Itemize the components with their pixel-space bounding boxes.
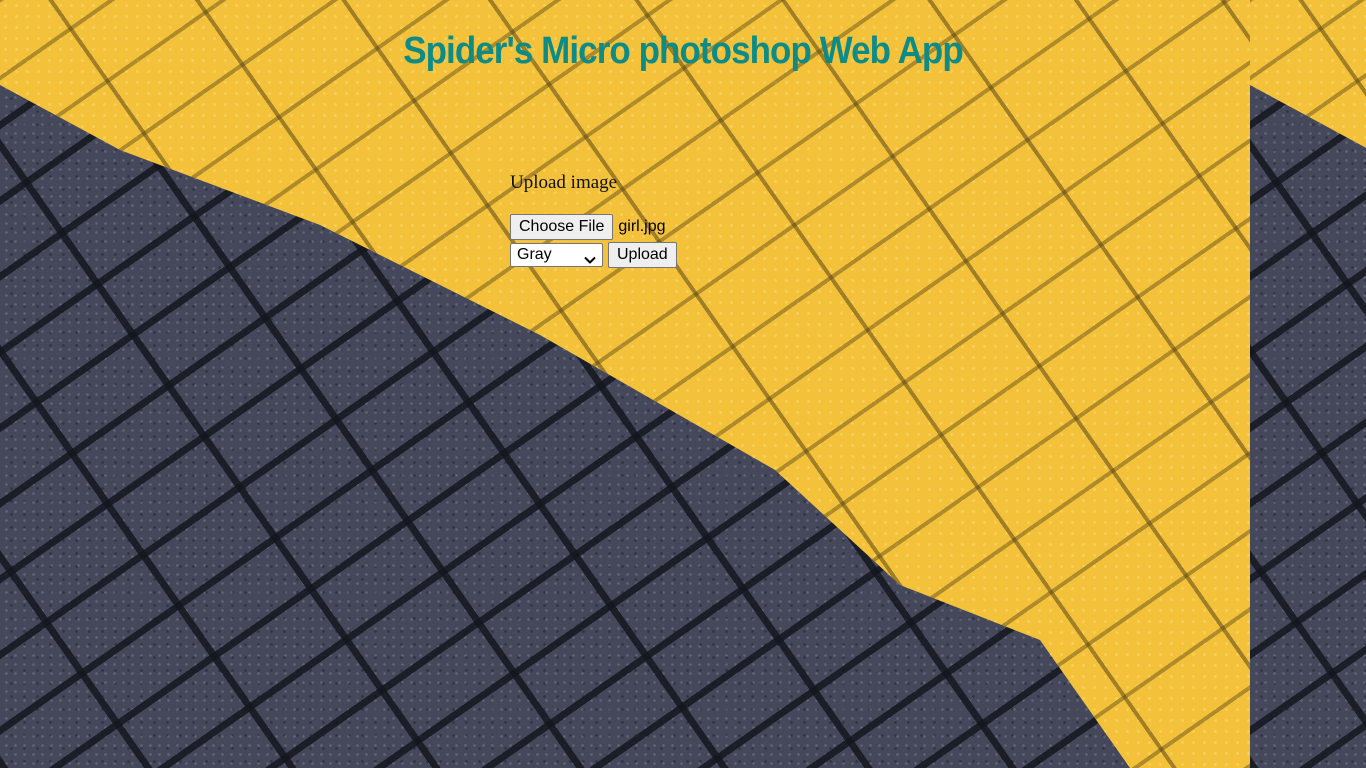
filter-row: Gray Upload — [510, 242, 677, 268]
filter-select-value: Gray — [517, 246, 552, 263]
background-image — [0, 0, 1250, 768]
page-title: Spider's Micro photoshop Web App — [403, 30, 964, 72]
chevron-down-icon — [584, 251, 596, 264]
file-input[interactable]: Choose File girl.jpg — [510, 214, 677, 240]
upload-label: Upload image — [510, 172, 618, 193]
upload-button[interactable]: Upload — [608, 242, 677, 268]
filter-select[interactable]: Gray — [510, 243, 603, 267]
selected-file-name: girl.jpg — [618, 218, 666, 235]
background-image-repeat — [1250, 0, 1366, 768]
choose-file-button[interactable]: Choose File — [510, 214, 614, 240]
upload-form: Upload image Choose File girl.jpg Gray U… — [510, 170, 677, 268]
